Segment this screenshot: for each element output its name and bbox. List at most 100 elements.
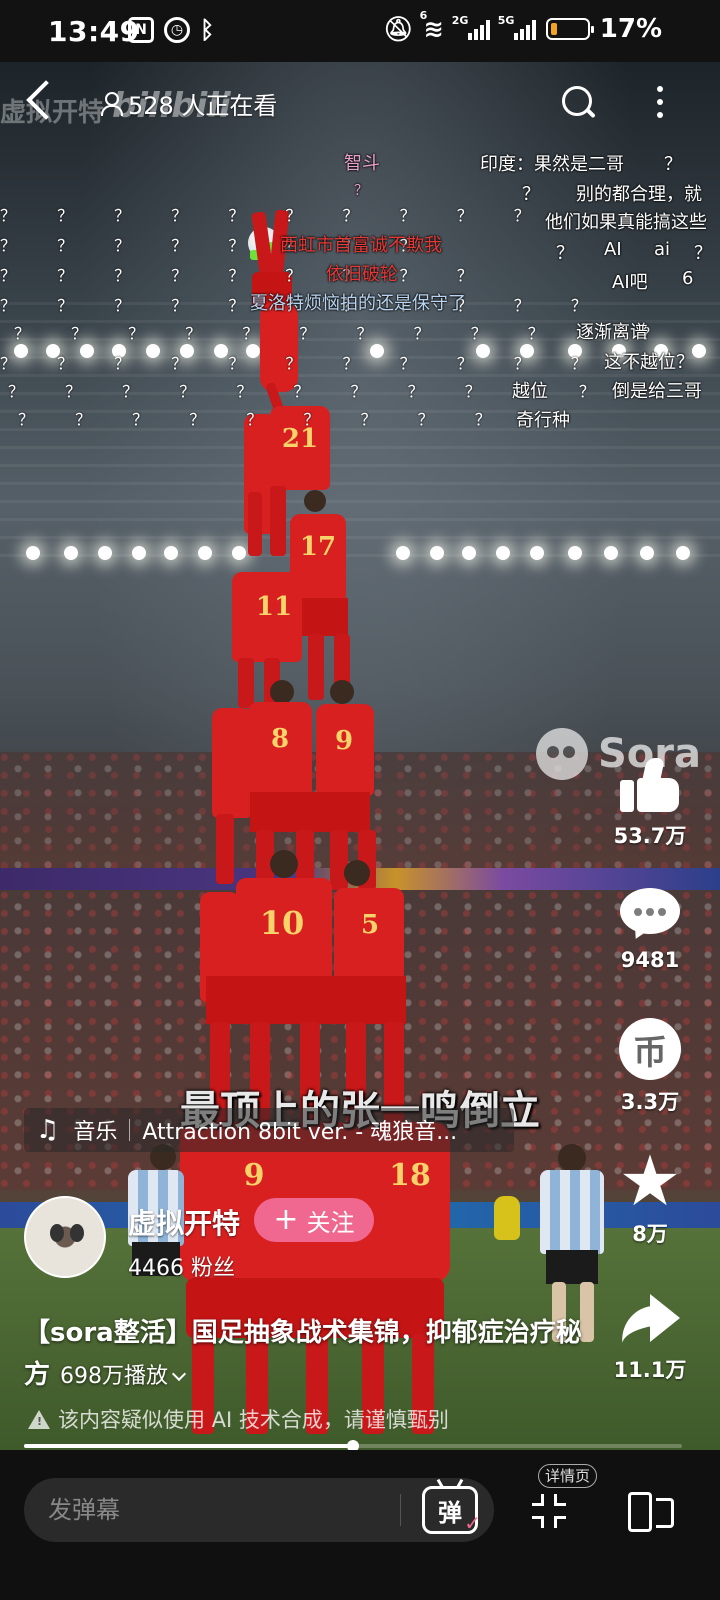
video-title-block[interactable]: 【sora整活】国足抽象战术集锦，抑郁症治疗秘方 698万播放 [24,1312,594,1398]
comment-count: 9481 [620,948,680,972]
danmaku-comment: 印度：果然是二哥 [480,154,624,175]
ai-content-notice: ! 该内容疑似使用 AI 技术合成，请谨慎甄别 [28,1404,449,1434]
play-count[interactable]: 698万播放 [60,1364,187,1389]
player-shorts [250,792,370,832]
divider [129,1119,131,1141]
signal-2g-icon: 2G [452,14,490,40]
danmaku-comment: 逐渐离谱 [576,322,648,343]
player-head [330,680,354,704]
opponent-shorts [546,1250,598,1284]
video-progress-bar[interactable] [24,1440,682,1452]
danmaku-comment: 倒是给三哥 [612,381,702,402]
player [212,708,252,818]
uploader-fans: 4466 粉丝 [128,1256,235,1281]
bottom-bar: 弹 ✓ 详情页 [0,1450,720,1600]
opponent-head [558,1144,586,1172]
music-song-title: Attraction 8bit ver. - 魂狼音... [142,1120,458,1145]
share-arrow-icon [617,1292,682,1348]
wifi-num: 6 [419,9,428,22]
danmaku-comment: 他们如果真能搞这些 [545,212,707,233]
opponent-player [540,1170,604,1254]
danmaku-toggle-button[interactable]: 弹 ✓ [422,1486,481,1535]
status-time: 13:49 [48,15,140,48]
favorite-button[interactable]: ★ 8万 [610,1140,690,1248]
detail-page-tag: 详情页 [538,1464,598,1488]
danmaku-comment: 别的都合理，就 [576,184,702,205]
uploader-name[interactable]: 虚拟开特 [128,1202,240,1242]
follow-button[interactable]: + 关注 [254,1198,374,1242]
nfc-icon: N [128,17,154,43]
danmaku-toggle-label: 弹 [438,1498,462,1527]
danmaku-comment: AI吧 [612,272,648,293]
screen-mode-icon[interactable] [628,1492,676,1532]
collapse-icon[interactable] [532,1494,566,1528]
player-leg [270,486,286,556]
net-5g-label: 5G [497,14,515,27]
viewer-count-text: 528 人正在看 [128,92,278,120]
chevron-down-icon [171,1366,187,1382]
net-2g-label: 2G [451,14,469,27]
player-leg [330,830,348,890]
jersey-number: 8 [270,724,290,754]
like-button[interactable]: 53.7万 [610,758,690,850]
mute-icon: 🔕︎ [383,15,414,43]
signal-5g-icon: 5G [498,14,536,40]
danmaku-comment: 这不越位？ [604,352,694,373]
danmaku-question-row: ？ ？ ？ ？ ？ ？ ？ ？ ？ ？ [0,206,548,225]
danmaku-comment: ？ [664,154,682,175]
check-icon: ✓ [464,1511,481,1535]
jersey-number: 18 [389,1158,431,1193]
status-bar: 13:49 N ◷ ᛒ 🔕︎ ≋ 6 2G 5G 17% [0,0,720,62]
jersey-number: 17 [299,532,337,562]
danmaku-comment: 夏洛特烦恼拍的还是保守了 [250,293,466,314]
comment-icon [620,888,680,943]
alarm-icon: ◷ [164,17,190,43]
comment-button[interactable]: 9481 [610,888,690,972]
player-shorts [296,598,348,636]
danmaku-comment: 西虹市首富诚不欺我 [280,235,442,256]
player-shorts [206,976,406,1024]
coin-icon: 币 [619,1018,681,1080]
share-count: 11.1万 [613,1358,687,1382]
jersey-number: 9 [334,726,354,756]
danmaku-comment: ？ [556,243,574,264]
share-button[interactable]: 11.1万 [610,1292,690,1384]
danmaku-comment: 6 [682,268,694,289]
ai-notice-text: 该内容疑似使用 AI 技术合成，请谨慎甄别 [58,1408,449,1432]
danmaku-comment: 越位 [512,381,548,402]
battery-percent: 17% [599,14,662,44]
danmaku-question-row: ？ ？ ？ ？ ？ ？ ？ ？ ？ [18,410,509,429]
player-head [270,850,298,878]
danmaku-comment: ？ [354,183,368,199]
player-leg [238,658,254,708]
player-leg [216,814,234,884]
referee [494,1196,520,1240]
jersey-number: 9 [243,1158,265,1193]
player-head [270,680,294,704]
jersey-number: 10 [259,904,305,942]
danmaku-comment: ？ [522,184,540,205]
danmaku-comment: 奇行种 [516,410,570,431]
danmaku-comment: AI [604,239,622,260]
plus-icon: + [273,1202,299,1237]
player-leg [248,492,262,556]
uploader-avatar[interactable] [24,1196,106,1278]
warning-icon: ! [28,1409,50,1429]
play-count-text: 698万播放 [60,1364,169,1389]
search-button[interactable] [562,86,596,120]
person-icon [100,91,123,116]
player-head [304,490,326,512]
music-bar[interactable]: ♫ 音乐 Attraction 8bit ver. - 魂狼音... [24,1108,514,1152]
player-head [344,860,370,886]
player-leg [308,634,324,700]
divider [400,1494,401,1526]
battery-icon [545,18,594,40]
danmaku-input-box[interactable]: 弹 ✓ [24,1478,494,1542]
thumbs-up-icon [620,758,680,814]
progress-fill [24,1444,353,1448]
danmaku-comment: ？ [694,243,712,264]
danmaku-input[interactable] [48,1492,388,1528]
star-icon: ★ [618,1140,682,1222]
more-options-button[interactable] [657,86,665,122]
danmaku-question-row: ？ ？ ？ ？ ？ ？ ？ ？ ？ ？ ？ ？ [0,354,662,373]
